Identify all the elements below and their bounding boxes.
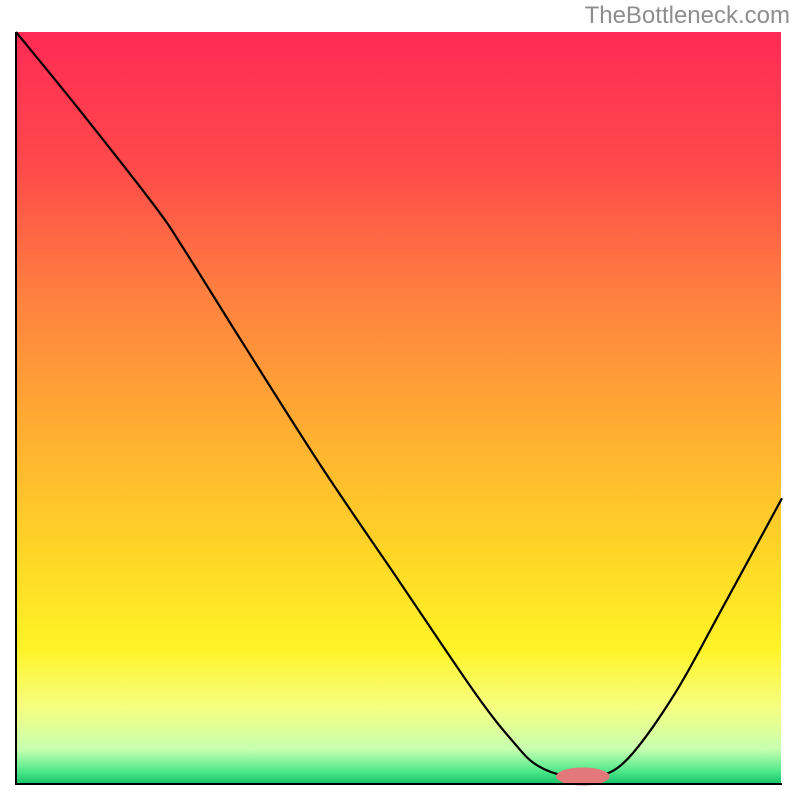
bottleneck-chart-svg <box>14 30 784 786</box>
watermark-label: TheBottleneck.com <box>585 2 790 30</box>
chart-container: TheBottleneck.com <box>0 0 800 800</box>
chart-area <box>14 30 784 786</box>
plot-background <box>17 32 781 783</box>
optimal-marker <box>556 767 610 785</box>
